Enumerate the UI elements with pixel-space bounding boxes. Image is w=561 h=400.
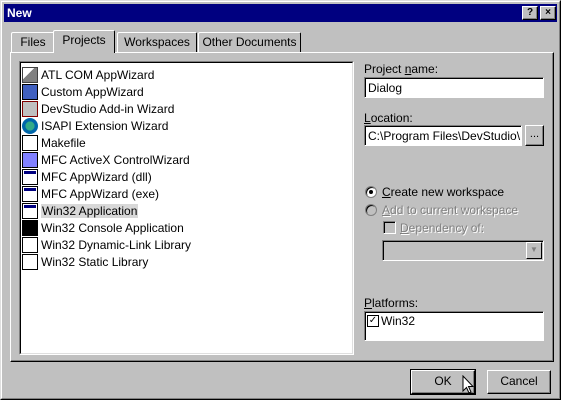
add-workspace-radio[interactable] (365, 204, 377, 216)
mouse-cursor-icon (462, 375, 474, 394)
list-item[interactable]: DevStudio Add-in Wizard (22, 100, 174, 117)
list-item[interactable]: Win32 Dynamic-Link Library (22, 236, 191, 253)
custom-wizard-icon (22, 83, 38, 100)
console-icon (22, 219, 38, 236)
list-item[interactable]: Makefile (22, 134, 86, 151)
location-label: Location: (364, 111, 413, 125)
list-item[interactable]: ISAPI Extension Wizard (22, 117, 168, 134)
browse-button[interactable]: ... (525, 125, 544, 146)
list-item[interactable]: MFC AppWizard (exe) (22, 185, 159, 202)
dependency-checkbox[interactable] (383, 221, 396, 234)
add-workspace-label: Add to current workspace (382, 203, 519, 217)
mfc-exe-icon (22, 185, 38, 202)
tab-workspaces[interactable]: Workspaces (117, 32, 197, 52)
project-name-label: Project name: (364, 62, 439, 76)
addin-wizard-icon (22, 100, 38, 117)
platform-item[interactable]: ✓ Win32 (367, 314, 415, 328)
makefile-icon (22, 134, 38, 151)
list-item[interactable]: Win32 Console Application (22, 219, 184, 236)
platforms-list[interactable]: ✓ Win32 (364, 311, 544, 341)
list-item[interactable]: MFC ActiveX ControlWizard (22, 151, 190, 168)
win32-app-icon (22, 202, 38, 219)
activex-icon (22, 151, 38, 168)
list-item-selected[interactable]: Win32 Application (22, 202, 139, 219)
cancel-button[interactable]: Cancel (487, 370, 551, 394)
platforms-label: Platforms: (364, 296, 419, 310)
checkmark-icon[interactable]: ✓ (367, 315, 379, 327)
lib-icon (22, 253, 38, 270)
project-type-list[interactable]: ATL COM AppWizard Custom AppWizard DevSt… (19, 61, 354, 355)
new-dialog: New ? × Files Projects Workspaces Other … (0, 0, 561, 400)
tab-other-documents[interactable]: Other Documents (198, 32, 301, 52)
list-item[interactable]: MFC AppWizard (dll) (22, 168, 152, 185)
chevron-down-icon[interactable]: ▼ (526, 242, 542, 259)
window-title: New (7, 6, 32, 20)
create-workspace-label: Create new workspace (382, 185, 505, 199)
dll-icon (22, 236, 38, 253)
location-input[interactable]: C:\Program Files\DevStudio\My (364, 125, 522, 146)
close-button[interactable]: × (540, 6, 556, 20)
atl-wizard-icon (22, 66, 38, 83)
help-button[interactable]: ? (522, 6, 538, 20)
mfc-dll-icon (22, 168, 38, 185)
list-item[interactable]: ATL COM AppWizard (22, 66, 154, 83)
title-bar: New ? × (4, 4, 557, 22)
project-name-input[interactable]: Dialog (364, 77, 544, 98)
list-item[interactable]: Win32 Static Library (22, 253, 148, 270)
tab-projects[interactable]: Projects (53, 30, 115, 53)
dependency-label: Dependency of: (400, 221, 485, 235)
list-item[interactable]: Custom AppWizard (22, 83, 144, 100)
create-workspace-radio[interactable] (365, 186, 377, 198)
tab-files[interactable]: Files (11, 32, 55, 52)
dependency-combo[interactable]: ▼ (382, 240, 544, 261)
globe-icon (22, 117, 38, 134)
